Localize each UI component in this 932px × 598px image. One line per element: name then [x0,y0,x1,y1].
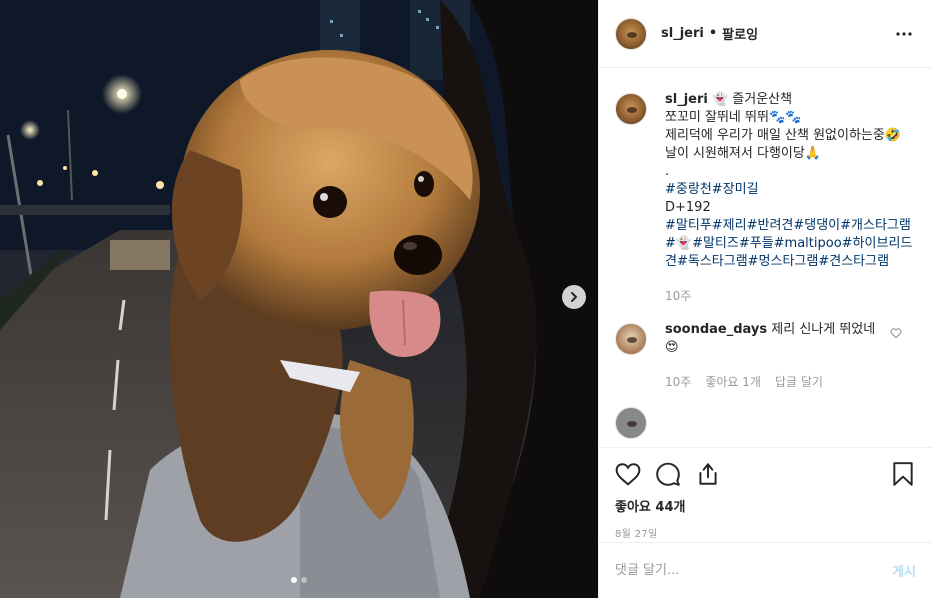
author-username[interactable]: sl_jeri [661,26,704,41]
caption-line-6: D+192 [665,200,711,215]
heart-small-icon[interactable] [890,327,902,339]
caption-line-4: 날이 시원해져서 다행이당🙏 [665,146,822,161]
comment-timestamp[interactable]: 10주 [665,373,691,391]
caption-line-1: 👻 즐거운산책 [711,92,793,107]
caption-hashtags-1[interactable]: #중랑천#장미길 [665,181,916,199]
action-icons [615,458,916,490]
post-header: sl_jeri • 팔로잉 [599,0,932,68]
bookmark-icon [893,462,913,486]
commenter-username[interactable]: soondae_days [665,322,767,337]
post-date[interactable]: 8월 27일 [615,525,916,540]
more-icon [896,31,912,36]
save-button[interactable] [890,461,916,487]
post-side-panel: sl_jeri • 팔로잉 sl_jeri 👻 즐거운산책 쪼꼬미 잘뛰네 뛰뛰… [598,0,932,598]
caption-avatar[interactable] [615,93,647,125]
comment-input[interactable] [615,563,893,578]
commenter-avatar-partial[interactable] [615,407,647,439]
more-options-button[interactable] [892,22,916,46]
commenter-avatar[interactable] [615,323,647,355]
post-comment-button[interactable]: 게시 [892,561,916,580]
heart-icon [615,463,641,486]
comment-item: soondae_days 제리 신나게 뛰었네 😍 10주 좋아요 1개 답글 … [615,321,916,391]
author-info: sl_jeri • 팔로잉 [661,24,758,43]
comment-item-partial [615,405,916,439]
caption-line-5: . [665,164,670,179]
caption-hashtags-2[interactable]: #말티푸#제리#반려견#댕댕이#개스타그램#👻#말티즈#푸들#maltipoo#… [665,217,916,271]
comment-meta: 10주 좋아요 1개 답글 달기 [665,373,892,391]
post-modal: sl_jeri • 팔로잉 sl_jeri 👻 즐거운산책 쪼꼬미 잘뛰네 뛰뛰… [0,0,932,598]
share-button[interactable] [695,461,721,487]
carousel-dot [301,577,307,583]
dog-photo-image [0,0,598,598]
author-avatar[interactable] [615,17,647,50]
caption-meta: 10주 [665,287,916,305]
caption: sl_jeri 👻 즐거운산책 쪼꼬미 잘뛰네 뛰뛰🐾🐾 제리덕에 우리가 매일… [615,91,916,305]
post-photo[interactable] [0,0,598,598]
carousel-dot-active [291,577,297,583]
following-button[interactable]: 팔로잉 [722,24,758,43]
post-actions: 좋아요 44개 8월 27일 [599,447,932,540]
caption-timestamp[interactable]: 10주 [665,287,691,305]
add-comment-bar: 게시 [599,542,932,598]
like-button[interactable] [615,461,641,487]
caption-body: sl_jeri 👻 즐거운산책 쪼꼬미 잘뛰네 뛰뛰🐾🐾 제리덕에 우리가 매일… [665,91,916,305]
header-separator: • [708,26,718,41]
comments-list[interactable]: sl_jeri 👻 즐거운산책 쪼꼬미 잘뛰네 뛰뛰🐾🐾 제리덕에 우리가 매일… [599,69,932,447]
share-icon [699,463,717,485]
likes-count[interactable]: 좋아요 44개 [615,496,916,515]
comment-icon [656,462,680,486]
comment-button[interactable] [655,461,681,487]
next-photo-button[interactable] [562,285,586,309]
comment-likes[interactable]: 좋아요 1개 [705,373,761,391]
caption-line-2: 쪼꼬미 잘뛰네 뛰뛰🐾🐾 [665,110,802,125]
comment-body: soondae_days 제리 신나게 뛰었네 😍 10주 좋아요 1개 답글 … [665,321,916,391]
comment-reply-button[interactable]: 답글 달기 [775,373,823,391]
carousel-indicator [0,577,598,583]
caption-username[interactable]: sl_jeri [665,92,708,107]
next-arrow-icon [571,292,577,302]
caption-line-3: 제리덕에 우리가 매일 산책 원없이하는중🤣 [665,128,902,143]
